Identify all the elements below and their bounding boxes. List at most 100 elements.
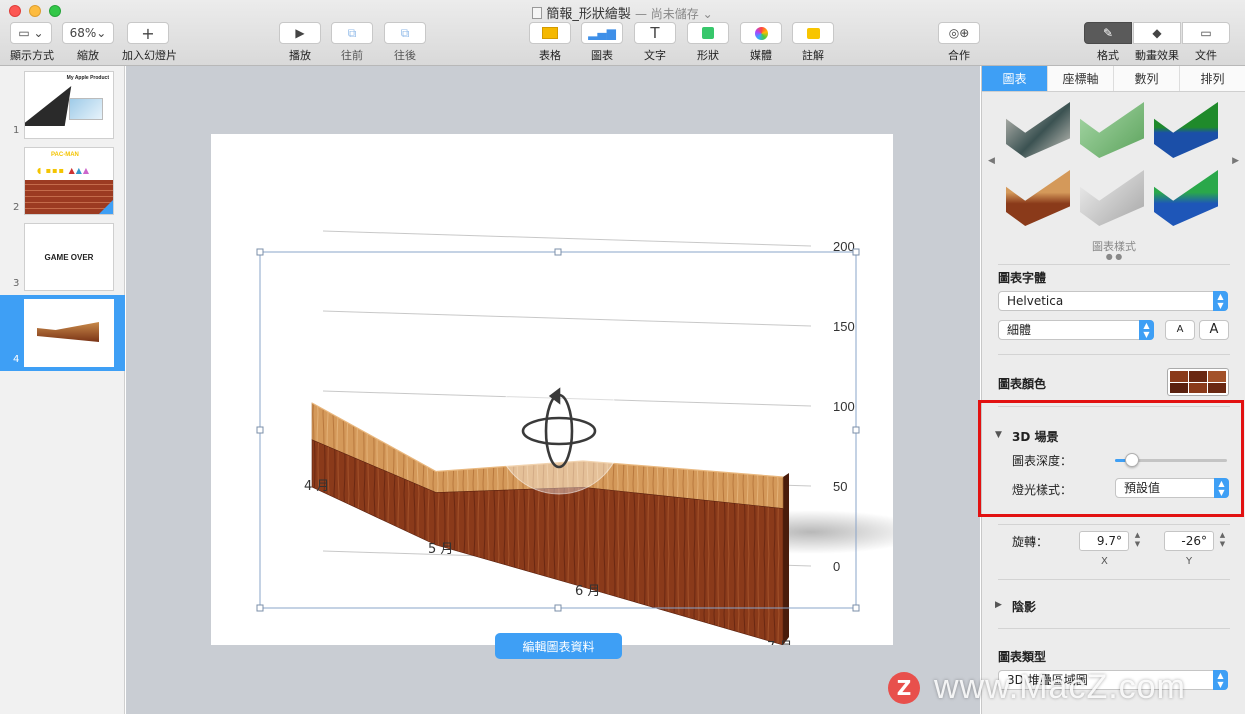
- send-backward-icon[interactable]: ⧉: [384, 22, 426, 44]
- animate-diamond-icon[interactable]: ◆: [1133, 22, 1181, 44]
- shadow-disclosure-triangle-icon[interactable]: ▶: [995, 600, 1002, 610]
- text-icon[interactable]: T: [634, 22, 676, 44]
- zoom-control[interactable]: 68% ⌄ 縮放: [62, 22, 114, 63]
- window-title: 簡報_形狀繪製 — 尚未儲存 ⌄: [0, 3, 1245, 22]
- watermark: Z www.MacZ.com: [888, 668, 1186, 707]
- gridline: [322, 230, 812, 247]
- x-category-label: 4 月: [304, 479, 329, 494]
- shape-control[interactable]: 形狀: [687, 22, 729, 63]
- bring-forward-control[interactable]: ⧉ 往前: [331, 22, 373, 63]
- slide-number: 4: [13, 354, 20, 365]
- media-label: 媒體: [750, 49, 772, 62]
- rotate-3d-control[interactable]: [495, 367, 623, 495]
- tab-chart[interactable]: 圖表: [982, 66, 1048, 91]
- bar-chart-icon[interactable]: ▂▄▆: [581, 22, 623, 44]
- comment-icon[interactable]: [792, 22, 834, 44]
- rotation-x-label: X: [1101, 556, 1108, 567]
- slide-canvas-area: 2001501005004 月5 月6 月7 月 編輯圖表資料: [126, 66, 980, 714]
- slide-thumbnail-1[interactable]: My Apple Product: [24, 71, 114, 139]
- tab-axis[interactable]: 座標軸: [1048, 66, 1114, 91]
- collaborate-icon[interactable]: ◎⊕: [938, 22, 980, 44]
- collaborate-control[interactable]: ◎⊕ 合作: [938, 22, 980, 63]
- zoom-dropdown[interactable]: 68% ⌄: [62, 22, 114, 44]
- style-next-arrow-icon[interactable]: ▶: [1232, 156, 1239, 166]
- document-name[interactable]: 簡報_形狀繪製: [546, 7, 631, 22]
- add-slide-control[interactable]: + 加入幻燈片: [122, 22, 177, 63]
- select-arrows-icon: ▲ ▼: [1213, 670, 1228, 690]
- style-prev-arrow-icon[interactable]: ◀: [988, 156, 995, 166]
- bring-forward-label: 往前: [341, 49, 363, 62]
- format-brush-icon[interactable]: ✎: [1084, 22, 1132, 44]
- rotation-y-stepper[interactable]: ▲ ▼: [1217, 531, 1228, 551]
- sidebar-view-icon[interactable]: ▭ ⌄: [10, 22, 52, 44]
- slide-thumbnail-3[interactable]: GAME OVER: [24, 223, 114, 291]
- slide-thumbnail-2[interactable]: PAC-MAN ◖ ▪▪▪ ▲▲▲: [24, 147, 114, 215]
- send-backward-label: 往後: [394, 49, 416, 62]
- y-tick-label: 0: [833, 559, 840, 574]
- rotation-x-field[interactable]: 9.7°: [1079, 531, 1129, 551]
- slide-thumbnail-4[interactable]: [24, 299, 114, 367]
- format-label: 格式: [1097, 49, 1119, 62]
- x-category-label: 7 月: [767, 640, 792, 645]
- shape-label: 形狀: [697, 49, 719, 62]
- add-slide-label: 加入幻燈片: [122, 49, 177, 62]
- select-arrows-icon: ▲ ▼: [1213, 291, 1228, 311]
- play-icon[interactable]: ▶: [279, 22, 321, 44]
- comment-label: 註解: [802, 49, 824, 62]
- chevron-down-icon[interactable]: ⌄: [699, 7, 713, 21]
- table-icon[interactable]: [529, 22, 571, 44]
- send-backward-control[interactable]: ⧉ 往後: [384, 22, 426, 63]
- media-icon[interactable]: [740, 22, 782, 44]
- document-control[interactable]: ▭ 文件: [1182, 22, 1230, 63]
- chart-type-label: 圖表類型: [998, 650, 1047, 664]
- shape-icon[interactable]: [687, 22, 729, 44]
- page-dots[interactable]: ● ●: [982, 252, 1245, 261]
- y-tick-label: 150: [833, 319, 855, 334]
- comment-control[interactable]: 註解: [792, 22, 834, 63]
- edit-chart-data-button[interactable]: 編輯圖表資料: [495, 633, 622, 659]
- chart-3d-area[interactable]: 2001501005004 月5 月6 月7 月: [211, 134, 893, 645]
- chart-style-blue-green[interactable]: [1154, 170, 1218, 226]
- rotation-y-field[interactable]: -26°: [1164, 531, 1214, 551]
- keynote-doc-icon: [532, 7, 543, 19]
- table-control[interactable]: 表格: [529, 22, 571, 63]
- view-label: 顯示方式: [10, 49, 54, 62]
- animate-label: 動畫效果: [1135, 49, 1179, 62]
- format-inspector: 圖表 座標軸 數列 排列 ◀ ▶ 圖表樣式 ● ● 圖表字體 Helvetica…: [981, 66, 1245, 714]
- document-icon[interactable]: ▭: [1182, 22, 1230, 44]
- tab-series[interactable]: 數列: [1114, 66, 1180, 91]
- rotation-y-label: Y: [1186, 556, 1193, 567]
- bring-forward-icon[interactable]: ⧉: [331, 22, 373, 44]
- chart-style-green-blue[interactable]: [1154, 102, 1218, 158]
- chart-style-wood[interactable]: [1006, 170, 1070, 226]
- pacman-characters: ◖ ▪▪▪ ▲▲▲: [37, 166, 91, 175]
- text-control[interactable]: T 文字: [634, 22, 676, 63]
- slide-2-title: PAC-MAN: [51, 152, 79, 158]
- table-label: 表格: [539, 49, 561, 62]
- font-family-select[interactable]: Helvetica ▲ ▼: [998, 291, 1228, 311]
- y-tick-label: 50: [833, 479, 847, 494]
- tab-arrange[interactable]: 排列: [1180, 66, 1245, 91]
- slide-canvas[interactable]: 2001501005004 月5 月6 月7 月: [211, 134, 893, 645]
- x-category-label: 6 月: [575, 584, 600, 599]
- chart-colors-label: 圖表顏色: [998, 377, 1047, 391]
- font-smaller-button[interactable]: A: [1165, 320, 1195, 340]
- font-weight-select[interactable]: 細體 ▲ ▼: [998, 320, 1154, 340]
- chart-style-silver[interactable]: [1080, 170, 1144, 226]
- chart-style-marble[interactable]: [1006, 102, 1070, 158]
- chart-style-green[interactable]: [1080, 102, 1144, 158]
- chart-control[interactable]: ▂▄▆ 圖表: [581, 22, 623, 63]
- media-control[interactable]: 媒體: [740, 22, 782, 63]
- corner-triangle: [99, 200, 113, 214]
- font-larger-button[interactable]: A: [1199, 320, 1229, 340]
- format-control[interactable]: ✎ 格式: [1084, 22, 1132, 63]
- select-arrows-icon: ▲ ▼: [1139, 320, 1154, 340]
- play-control[interactable]: ▶ 播放: [279, 22, 321, 63]
- rotation-label: 旋轉：: [1012, 535, 1049, 549]
- rotation-x-stepper[interactable]: ▲ ▼: [1132, 531, 1143, 551]
- chart-colors-swatch[interactable]: [1167, 368, 1229, 396]
- x-category-label: 5 月: [428, 542, 453, 557]
- plus-icon[interactable]: +: [127, 22, 169, 44]
- view-control[interactable]: ▭ ⌄ 顯示方式: [10, 22, 54, 63]
- animate-control[interactable]: ◆ 動畫效果: [1133, 22, 1181, 63]
